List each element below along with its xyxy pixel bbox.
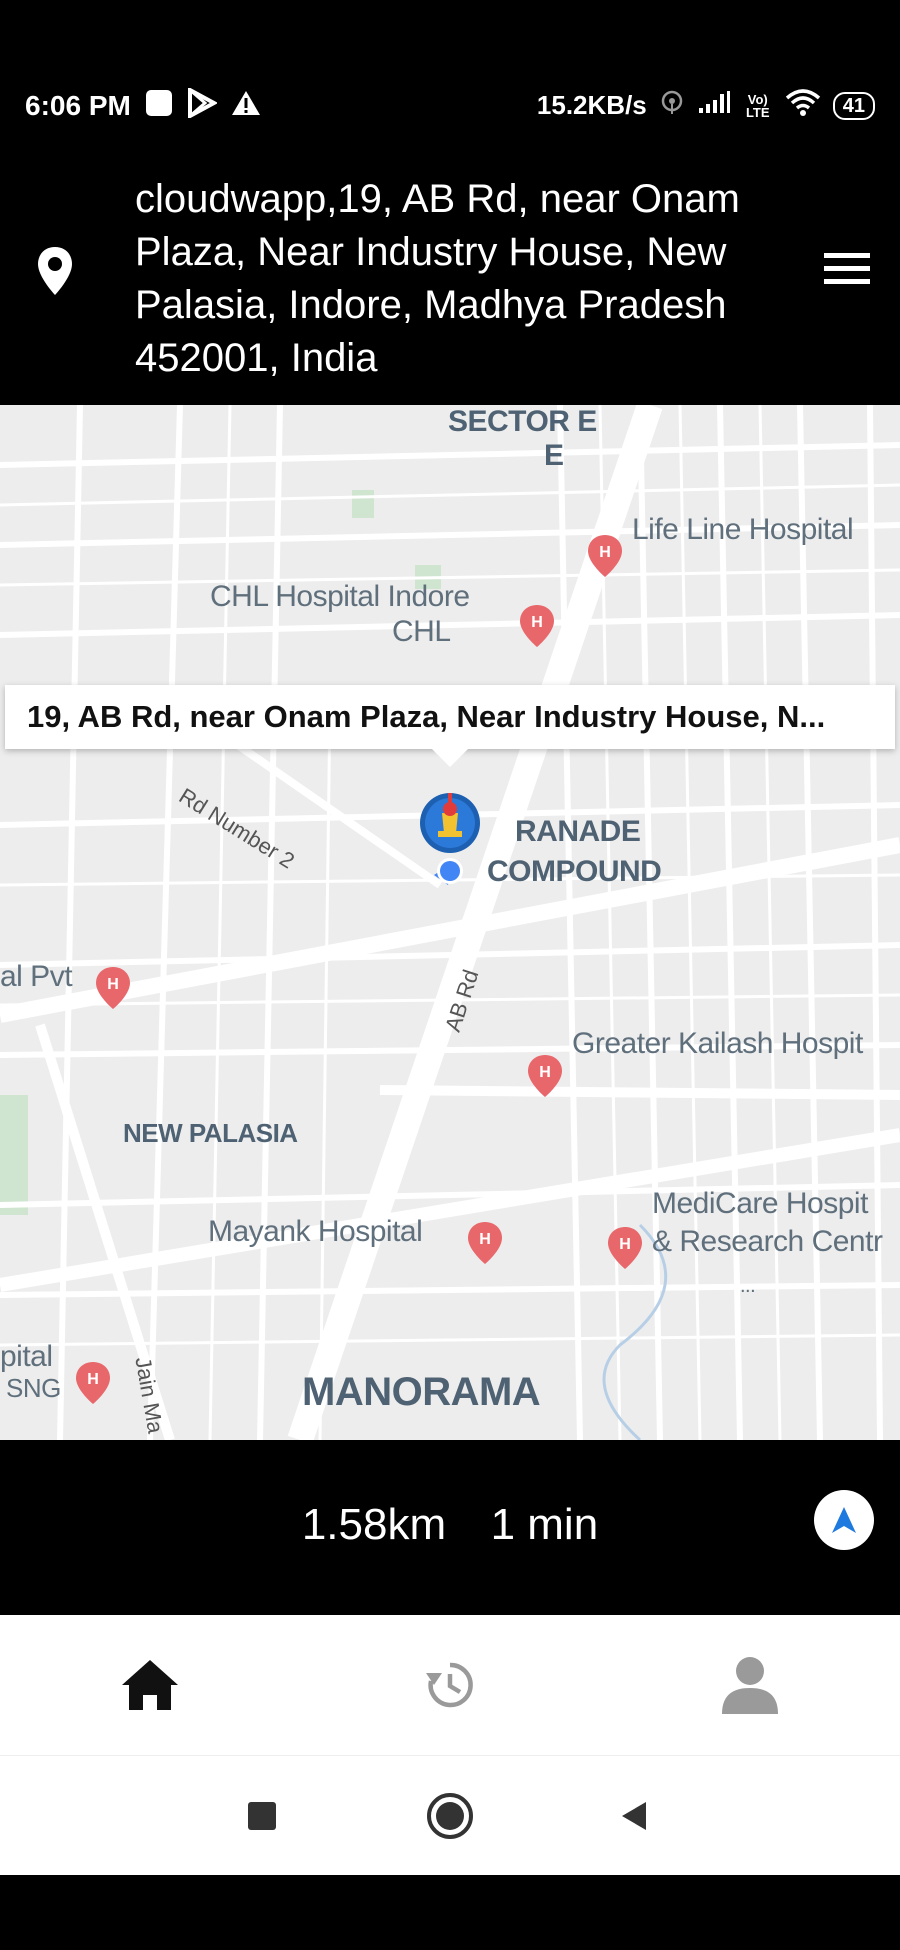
navigation-arrow-icon[interactable]	[814, 1490, 874, 1550]
status-left: 6:06 PM	[25, 86, 261, 123]
driver-marker-icon[interactable]	[412, 793, 492, 893]
back-icon[interactable]	[604, 1786, 664, 1846]
trip-info-bar: 1.58km 1 min	[0, 1440, 900, 1615]
hospital-marker-icon[interactable]: H	[586, 533, 624, 579]
label-pital: pital	[0, 1340, 53, 1373]
label-chl-hospital: CHL Hospital Indore	[210, 580, 470, 613]
label-life-line-hospital: Life Line Hospital	[632, 513, 854, 546]
map-view[interactable]: SECTOR E E Life Line Hospital CHL Hospit…	[0, 405, 900, 1440]
svg-text:H: H	[539, 1064, 551, 1081]
label-manorama: MANORAMA	[302, 1370, 541, 1414]
hospital-marker-icon[interactable]: H	[466, 1220, 504, 1266]
recents-icon[interactable]	[232, 1786, 292, 1846]
trip-distance: 1.58km	[301, 1500, 447, 1549]
label-sng: SNG	[6, 1373, 61, 1403]
location-pin-icon	[36, 245, 74, 302]
hospital-marker-icon[interactable]: H	[526, 1053, 564, 1099]
bottom-tab-bar	[0, 1615, 900, 1755]
hotspot-icon	[659, 89, 685, 122]
battery-icon: 41	[832, 91, 875, 120]
play-store-icon	[187, 86, 219, 123]
label-greater-kailash: Greater Kailash Hospit	[572, 1027, 863, 1060]
hamburger-menu-icon[interactable]	[824, 253, 870, 287]
trip-summary: 1.58km 1 min	[0, 1500, 900, 1550]
label-compound: COMPOUND	[487, 855, 662, 888]
wifi-icon	[785, 88, 821, 123]
warning-icon	[231, 89, 261, 122]
status-time: 6:06 PM	[25, 89, 131, 121]
system-navigation-bar	[0, 1755, 900, 1876]
hospital-marker-icon[interactable]: H	[606, 1225, 644, 1271]
label-sector-e: SECTOR E	[448, 405, 597, 438]
history-icon[interactable]	[415, 1650, 485, 1720]
signal-icon	[697, 90, 731, 121]
address-callout[interactable]: 19, AB Rd, near Onam Plaza, Near Industr…	[5, 685, 895, 749]
current-address: cloudwapp,19, AB Rd, near Onam Plaza, Ne…	[135, 177, 740, 380]
label-medicare-1: MediCare Hospit	[652, 1187, 868, 1220]
map-streets	[0, 405, 900, 1440]
svg-text:H: H	[87, 1371, 99, 1388]
callout-pointer	[432, 749, 468, 767]
status-right: 15.2KB/s Vo) LTE 41	[537, 88, 875, 123]
bottom-bezel	[0, 1875, 900, 1950]
label-medicare-2: & Research Centr	[652, 1225, 883, 1258]
home-icon[interactable]	[115, 1650, 185, 1720]
label-mayank-hospital: Mayank Hospital	[208, 1215, 423, 1248]
home-circle-icon[interactable]	[420, 1786, 480, 1846]
svg-text:H: H	[619, 1236, 631, 1253]
network-speed: 15.2KB/s	[536, 90, 647, 120]
square-icon	[145, 89, 173, 122]
label-chl: CHL	[392, 615, 451, 648]
svg-text:H: H	[107, 976, 119, 993]
address-header: cloudwapp,19, AB Rd, near Onam Plaza, Ne…	[0, 145, 900, 405]
label-al-pvt: al Pvt	[0, 960, 73, 993]
profile-icon[interactable]	[715, 1650, 785, 1720]
hospital-marker-icon[interactable]: H	[74, 1360, 112, 1406]
svg-text:H: H	[479, 1231, 491, 1248]
label-ranade: RANADE	[515, 815, 641, 848]
hospital-marker-icon[interactable]: H	[518, 603, 556, 649]
lte-indicator: Vo) LTE	[745, 91, 770, 120]
label-sector-e-2: E	[544, 439, 564, 472]
hospital-marker-icon[interactable]: H	[94, 965, 132, 1011]
label-new-palasia: NEW PALASIA	[123, 1118, 298, 1148]
svg-text:H: H	[599, 544, 611, 561]
label-dots: ...	[740, 1275, 756, 1297]
svg-text:H: H	[531, 614, 543, 631]
trip-duration: 1 min	[490, 1500, 599, 1549]
status-bar: 6:06 PM 15.2KB/s Vo) LTE 41	[0, 0, 900, 145]
